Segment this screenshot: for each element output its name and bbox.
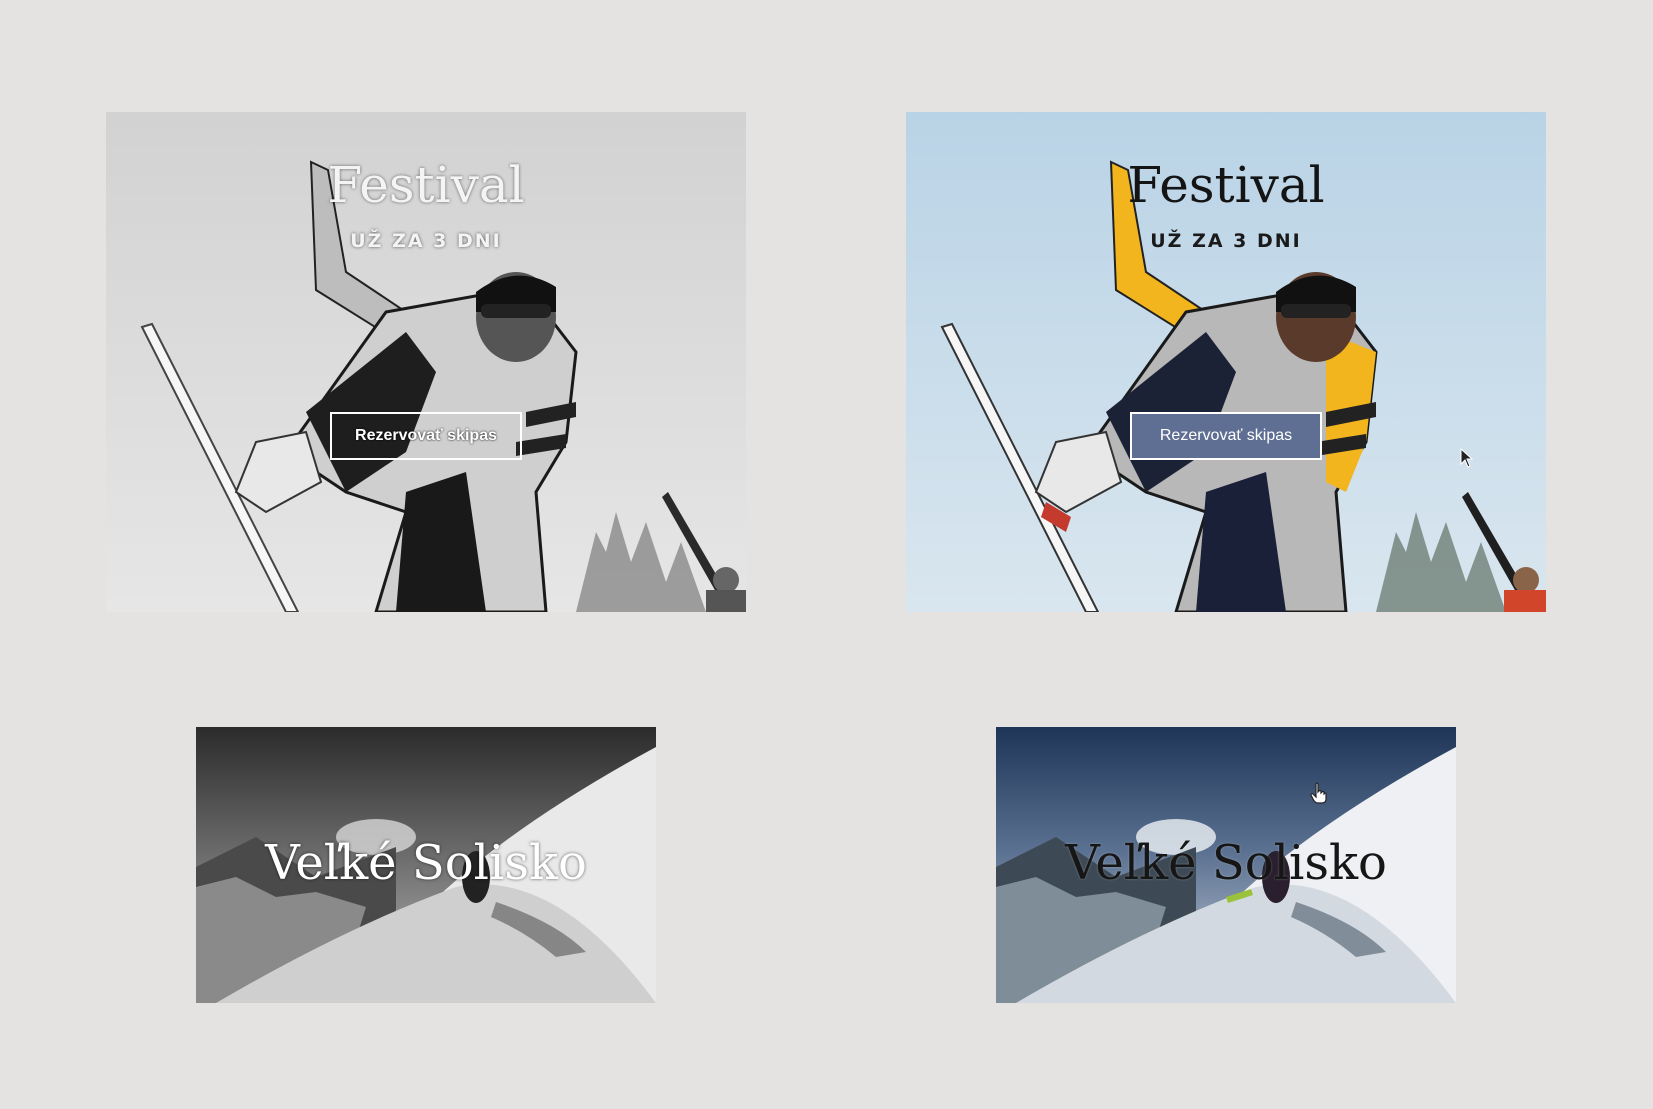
hand-pointer-cursor-icon bbox=[1310, 782, 1327, 804]
festival-card-grayscale[interactable]: Festival UŽ ZA 3 DNI Rezervovať skipas bbox=[106, 112, 746, 612]
festival-card-color[interactable]: Festival UŽ ZA 3 DNI Rezervovať skipas bbox=[906, 112, 1546, 612]
solisko-card-grayscale[interactable]: Veľké Solisko bbox=[196, 727, 656, 1003]
festival-subtitle: UŽ ZA 3 DNI bbox=[1150, 230, 1302, 252]
festival-title: Festival bbox=[1127, 156, 1325, 214]
solisko-card-color[interactable]: Veľké Solisko bbox=[996, 727, 1456, 1003]
festival-subtitle: UŽ ZA 3 DNI bbox=[350, 230, 502, 252]
arrow-cursor-icon bbox=[1460, 448, 1474, 468]
book-skipass-button-hovered[interactable]: Rezervovať skipas bbox=[1130, 412, 1322, 460]
festival-title: Festival bbox=[327, 156, 525, 214]
book-skipass-button[interactable]: Rezervovať skipas bbox=[330, 412, 522, 460]
solisko-title: Veľké Solisko bbox=[1065, 835, 1387, 891]
solisko-title: Veľké Solisko bbox=[265, 835, 587, 891]
